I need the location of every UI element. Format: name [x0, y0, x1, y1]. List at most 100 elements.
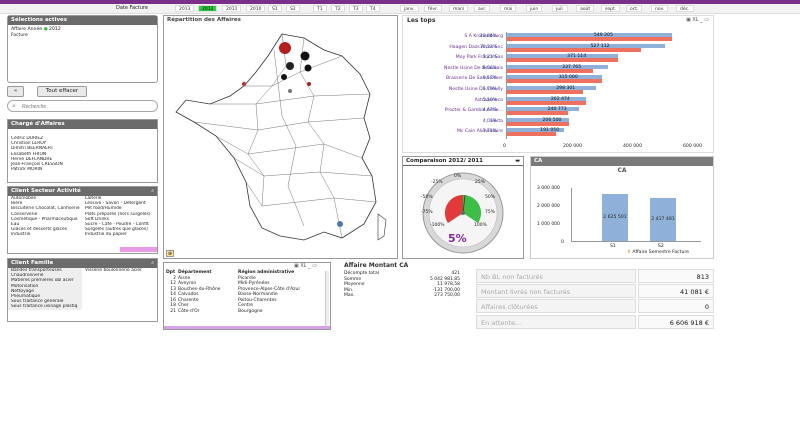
year-2011[interactable]: 2011: [222, 5, 242, 12]
ca-ytick: 1 000 000: [537, 222, 560, 227]
gauge-tick: -100%: [430, 223, 445, 228]
quarter-t2[interactable]: T2: [331, 5, 345, 12]
charge-affaires-panel: Chargé d'Affaires Cédric DURIEZ Christia…: [7, 119, 158, 183]
table-cell[interactable]: Côte-d'Or: [178, 309, 238, 315]
gauge-tick: 25%: [475, 180, 486, 185]
top-value: 549 205: [593, 33, 613, 38]
month-apr[interactable]: avr.: [474, 5, 491, 12]
scrollbar-thumb[interactable]: [120, 247, 157, 252]
search-icon: ⌕: [12, 102, 16, 110]
tops-axis-tick: 200 000: [563, 144, 582, 149]
table-cell[interactable]: 21: [166, 309, 178, 315]
date-filter-label: Date Facture: [116, 5, 148, 11]
kpi-value: 0: [638, 299, 714, 313]
map-bubble[interactable]: [307, 82, 311, 86]
month-jul[interactable]: juil.: [552, 5, 569, 12]
year-2013[interactable]: 2013: [175, 5, 195, 12]
year-2012[interactable]: 2012: [198, 5, 218, 12]
top-percent: 4,01%: [482, 118, 497, 124]
map-bubble[interactable]: [337, 221, 343, 227]
top-percent: 10,23%: [479, 44, 497, 50]
map-title: Répartition des Affaires: [167, 17, 241, 23]
top-percent: 7,21%: [482, 55, 497, 61]
ca-legend[interactable]: ⬆ Affaire Semestre Facture: [627, 250, 689, 255]
gauge-tick: 100%: [474, 223, 487, 228]
list-item[interactable]: Sous traitance usinage plastiq: [8, 304, 82, 309]
month-jan[interactable]: janv.: [400, 5, 419, 12]
map-bubble[interactable]: [281, 74, 287, 80]
ca-bar-label: 2 625 501: [603, 215, 627, 221]
affaire-montant-stats: Décompte total 421 Somme 5 042 981,85 Moye…: [344, 271, 462, 299]
top-value: 337 765: [562, 64, 582, 70]
month-jun[interactable]: juin: [526, 5, 543, 12]
secteur-list-left: Automobile Bière Biscuiterie Chocolat, C…: [8, 196, 82, 238]
quarter-t3[interactable]: T3: [349, 5, 363, 12]
france-map[interactable]: [164, 26, 397, 258]
ca-ytick: 3 000 000: [537, 186, 560, 191]
table-cell[interactable]: Bourgogne: [238, 309, 326, 315]
month-feb[interactable]: févr.: [424, 5, 442, 12]
list-item[interactable]: Industrie: [8, 232, 82, 237]
top-value: 298 301: [556, 86, 576, 91]
list-item[interactable]: Patrick MORIN: [8, 167, 157, 172]
search-box[interactable]: ⌕: [7, 100, 158, 112]
tops-axis-tick: 600 000: [683, 144, 702, 149]
table-grid: Dpt Département Région administrative 2A…: [164, 270, 330, 314]
map-bubble[interactable]: [286, 62, 294, 70]
comparaison-value: 5%: [448, 232, 467, 245]
clear-all-button[interactable]: Tout effacer: [37, 86, 87, 97]
table-scrollbar[interactable]: [325, 271, 329, 327]
secteur-list-right: Laiterie Lessive - Savon - Détergent Pet…: [82, 196, 157, 238]
kpi-label: En attente...: [476, 315, 636, 329]
map-panel: Répartition des Affaires ⊕: [163, 15, 398, 259]
month-may[interactable]: mai: [500, 5, 517, 12]
month-aug[interactable]: août: [576, 5, 595, 12]
active-selections-title: Sélections actives: [8, 16, 157, 25]
affaire-montant-title: Affaire Montant CA: [344, 262, 409, 269]
secteur-activite-panel: Client Secteur Activité ⌕ Automobile Bièr…: [7, 186, 158, 254]
map-bubble[interactable]: [300, 51, 310, 61]
tops-chart: S A Kronenbourg 10,84% 549 205 Haagen Dazs …: [403, 26, 713, 154]
department-table: ▣ XL _ ▭ Dpt Département Région administ…: [163, 262, 331, 330]
list-item[interactable]: Visserie boulonnerie acier: [82, 268, 157, 273]
top-value: 191 050: [540, 128, 560, 134]
map-bubble[interactable]: [304, 64, 312, 72]
les-tops-panel: Les tops ▣ XL _ ▭ S A Kronenbourg 10,84% 5…: [402, 15, 714, 153]
comparaison-title: Comparaison 2012/ 2011 ▬: [403, 157, 523, 166]
table-hscrollbar[interactable]: [164, 326, 330, 329]
month-oct[interactable]: oct.: [626, 5, 643, 12]
top-value: 371 114: [567, 54, 587, 60]
search-input[interactable]: [22, 103, 152, 110]
selection-row[interactable]: Facture: [11, 33, 154, 39]
map-bubble[interactable]: [288, 89, 292, 93]
top-percent: 5,79%: [482, 87, 497, 92]
list-item[interactable]: Matières premières obl acier: [8, 278, 82, 283]
list-item[interactable]: Industrie du papier: [82, 232, 157, 237]
map-bubble[interactable]: [241, 81, 247, 87]
map-bubble[interactable]: [279, 42, 291, 54]
month-mar[interactable]: mars: [449, 5, 469, 12]
list-item[interactable]: Plats préparés (hors surgelés): [82, 212, 157, 217]
ca-category-label: S1: [610, 244, 616, 249]
tops-axis-tick: 0: [503, 144, 506, 149]
quarter-t1[interactable]: T1: [313, 5, 327, 12]
semester-s1[interactable]: S1: [268, 5, 282, 12]
month-nov[interactable]: nov.: [651, 5, 669, 12]
ca-panel: CA CA 3 000 000 2 000 000 1 000 000 0 2 …: [530, 156, 714, 259]
semester-s2[interactable]: S2: [286, 5, 300, 12]
back-button[interactable]: «: [7, 86, 24, 97]
table-toolbar-icons[interactable]: ▣ XL _ ▭: [294, 263, 317, 269]
tops-toolbar-icons[interactable]: ▣ XL _ ▭: [686, 17, 709, 23]
month-dec[interactable]: déc.: [676, 5, 694, 12]
year-2010[interactable]: 2010: [246, 5, 266, 12]
top-value: 262 474: [550, 96, 570, 102]
top-percent: 6,12%: [482, 76, 497, 82]
search-icon[interactable]: ⌕: [151, 259, 154, 268]
search-icon[interactable]: ⌕: [151, 187, 154, 196]
map-zoom-icon[interactable]: ⊕: [166, 250, 174, 257]
kpi-label: Montant livrés non facturés: [476, 284, 636, 298]
quarter-t4[interactable]: T4: [366, 5, 380, 12]
month-sep[interactable]: sept.: [601, 5, 621, 12]
secteur-activite-title: Client Secteur Activité ⌕: [8, 187, 157, 196]
list-item[interactable]: Biscuiterie Chocolat, Confiserie: [8, 206, 82, 211]
